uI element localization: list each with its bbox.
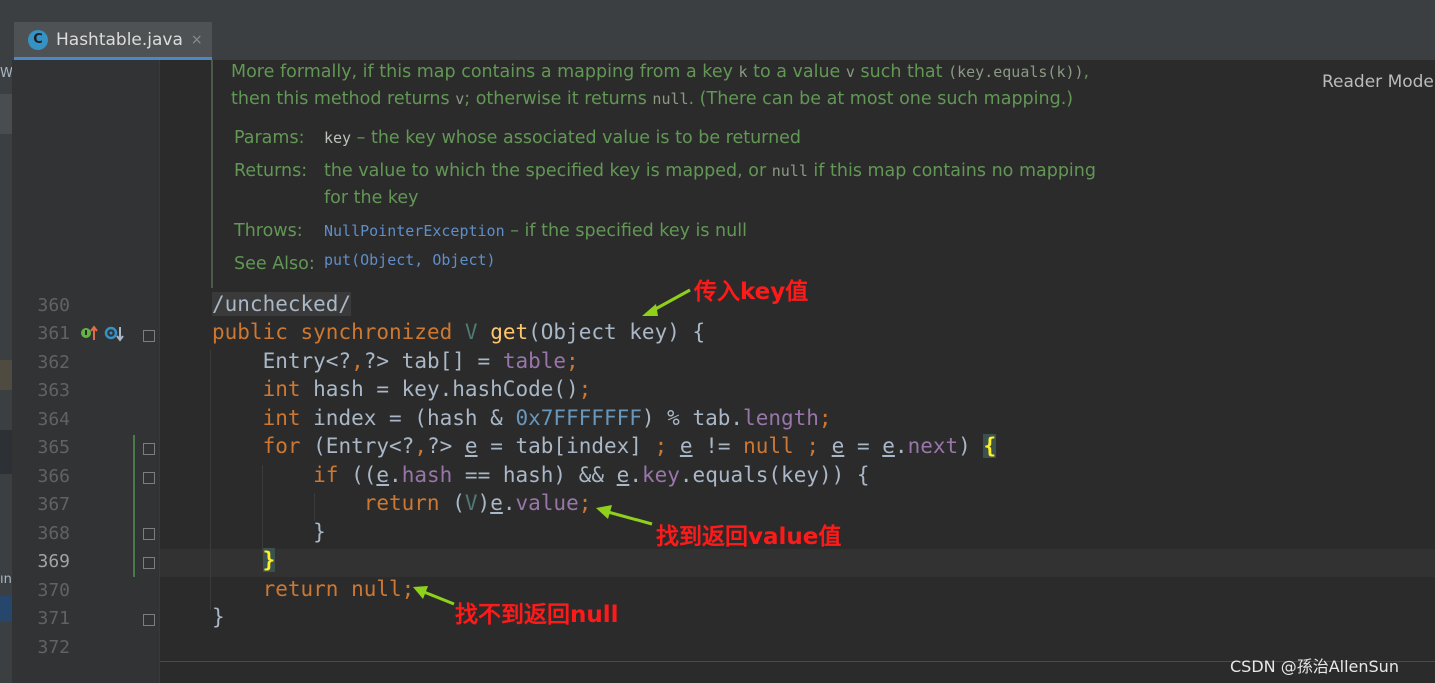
tool-window-marker[interactable] [0,360,12,390]
left-tool-strip: W ın [0,60,13,683]
doc-seealso-label: See Also: [234,254,315,274]
doc-params-text: key – the key whose associated value is … [324,128,802,148]
title-bar [0,0,1435,21]
doc-line-2: then this method returns v; otherwise it… [231,89,1074,109]
tool-window-label[interactable]: W [0,66,13,81]
code-line-365[interactable]: for (Entry<?,?> e = tab[index] ; e != nu… [212,434,997,458]
line-number: 371 [37,608,70,629]
indent-guide [210,350,211,610]
reader-mode-toggle[interactable]: Reader Mode [1322,72,1434,92]
line-number: 370 [37,580,70,601]
code-line-361[interactable]: public synchronized V get(Object key) { [212,320,705,344]
doc-params-label: Params: [234,128,305,148]
doc-seealso-text: put(Object, Object) [324,250,496,270]
gutter-separator [159,60,160,683]
watermark: CSDN @孫治AllenSun [1230,657,1399,676]
arrow-icon [413,586,455,606]
vcs-change-marker[interactable] [133,435,135,577]
fold-marker[interactable] [143,472,155,484]
seealso-link[interactable]: put(Object, Object) [324,251,496,269]
exception-link[interactable]: NullPointerException [324,222,505,240]
doc-returns-text-cont: for the key [324,188,419,208]
code-line-369[interactable]: } [212,548,276,572]
editor-tab-strip: C Hashtable.java × [0,20,1435,61]
doc-line-1: More formally, if this map contains a ma… [231,62,1090,82]
line-number: 366 [37,466,70,487]
class-icon: C [28,29,48,50]
code-line-364[interactable]: int index = (hash & 0x7FFFFFFF) % tab.le… [212,406,832,430]
line-number: 367 [37,494,70,515]
doc-returns-text: the value to which the specified key is … [324,161,1096,181]
tool-window-label[interactable]: ın [0,572,12,587]
close-icon[interactable]: × [191,32,203,48]
tab-title: Hashtable.java [56,29,183,50]
line-number: 360 [37,295,70,316]
tool-window-marker-active[interactable] [0,596,12,622]
doc-throws-label: Throws: [234,221,303,241]
arrow-icon [642,288,691,316]
tool-window-marker[interactable] [0,430,12,474]
line-number-current: 369 [37,551,70,572]
annotation-not-found-null: 找不到返回null [455,602,619,628]
line-number: 372 [37,637,70,658]
current-line-highlight [160,549,1435,577]
line-number: 362 [37,352,70,373]
fold-marker[interactable] [143,528,155,540]
annotation-found-value: 找到返回value值 [656,524,842,550]
annotation-pass-key: 传入key值 [694,279,809,305]
code-line-360[interactable]: /unchecked/ [212,292,352,316]
fold-marker[interactable] [143,557,155,569]
code-line-366[interactable]: if ((e.hash == hash) && e.key.equals(key… [212,463,869,487]
fold-marker[interactable] [143,614,155,626]
doc-returns-label: Returns: [234,161,308,181]
code-line-370[interactable]: return null; [212,577,415,601]
tab-hashtable-java[interactable]: C Hashtable.java × [14,22,212,60]
code-line-363[interactable]: int hash = key.hashCode(); [212,377,592,401]
tool-window-marker[interactable] [0,94,12,134]
line-number: 361 [37,323,70,344]
line-number: 363 [37,380,70,401]
code-line-368[interactable]: } [212,520,326,544]
code-line-371[interactable]: } [212,605,225,629]
arrow-icon [596,505,653,526]
fold-marker[interactable] [143,330,155,342]
line-number: 364 [37,409,70,430]
line-number: 365 [37,437,70,458]
fold-marker[interactable] [143,443,155,455]
code-line-362[interactable]: Entry<?,?> tab[] = table; [212,349,579,373]
implementing-method-icon[interactable] [79,324,99,348]
line-number: 368 [37,523,70,544]
overriding-method-icon[interactable] [104,324,126,348]
doc-throws-text: NullPointerException – if the specified … [324,221,747,241]
code-line-367[interactable]: return (V)e.value; [212,491,592,515]
